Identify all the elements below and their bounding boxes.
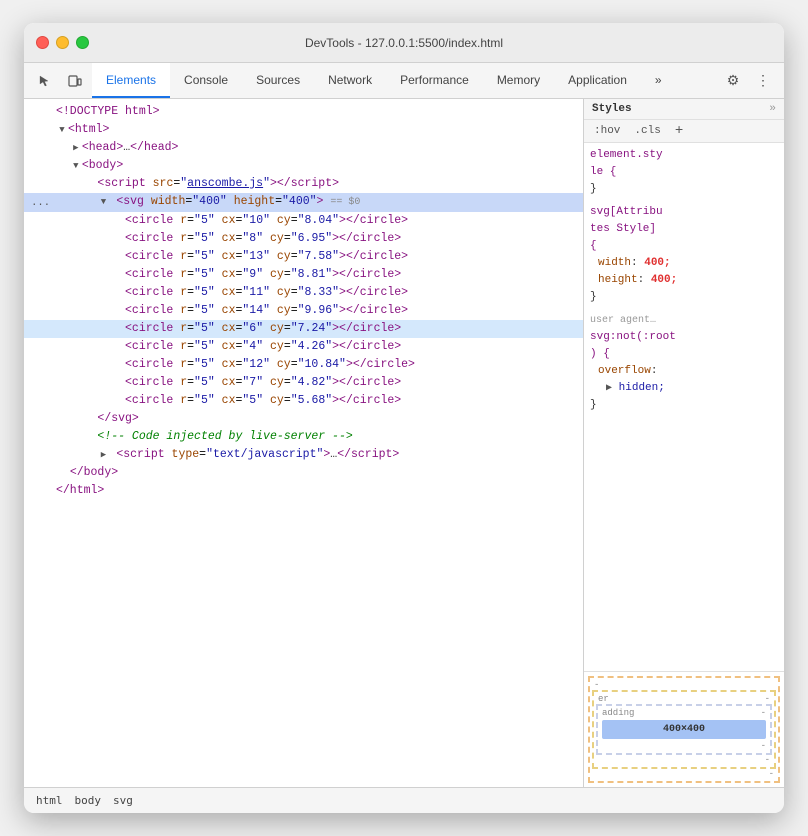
styles-filter-row: :hov .cls + xyxy=(584,120,784,143)
dom-line-circle8[interactable]: <circle r="5" cx="4" cy="4.26"></circle> xyxy=(24,338,583,356)
dom-line-svg-close[interactable]: </svg> xyxy=(24,410,583,428)
dom-line-html[interactable]: ▼<html> xyxy=(24,121,583,139)
minimize-button[interactable] xyxy=(56,36,69,49)
toolbar: Elements Console Sources Network Perform… xyxy=(24,63,784,99)
dom-line-body[interactable]: ▼<body> xyxy=(24,157,583,175)
styles-header: Styles » xyxy=(584,99,784,120)
box-outer-bottom: - xyxy=(769,769,774,779)
box-inner-bottom: - xyxy=(761,741,766,751)
styles-content: element.sty le { } svg[Attribu tes Style… xyxy=(584,143,784,671)
tab-application[interactable]: Application xyxy=(554,63,641,98)
tab-more[interactable]: » xyxy=(641,63,676,98)
breadcrumb-html[interactable]: html xyxy=(32,792,67,809)
box-er-val: - xyxy=(765,694,770,704)
styles-panel-title: Styles xyxy=(592,103,632,115)
tab-memory[interactable]: Memory xyxy=(483,63,554,98)
breadcrumb-body[interactable]: body xyxy=(71,792,106,809)
style-rule-svg-attr: svg[Attribu tes Style] { width: 400; hei… xyxy=(590,204,778,306)
style-rule-user-agent: user agent… svg:not(:root ) { overflow: … xyxy=(590,312,778,414)
box-padding-label: adding xyxy=(602,708,634,718)
dom-line-circle2[interactable]: <circle r="5" cx="8" cy="6.95"></circle> xyxy=(24,230,583,248)
maximize-button[interactable] xyxy=(76,36,89,49)
box-middle-bottom: - xyxy=(765,755,770,765)
cursor-icon[interactable] xyxy=(32,68,58,94)
toolbar-right: ⚙ ⋮ xyxy=(716,63,780,98)
dom-panel[interactable]: <!DOCTYPE html> ▼<html> ▶<head>…</head> … xyxy=(24,99,584,787)
dom-line-circle5[interactable]: <circle r="5" cx="11" cy="8.33"></circle… xyxy=(24,284,583,302)
box-model: - er - adding - xyxy=(584,671,784,787)
tab-console[interactable]: Console xyxy=(170,63,242,98)
tabs: Elements Console Sources Network Perform… xyxy=(92,63,676,98)
dom-line-doctype[interactable]: <!DOCTYPE html> xyxy=(24,103,583,121)
styles-hov-tab[interactable]: :hov xyxy=(590,124,624,138)
styles-cls-tab[interactable]: .cls xyxy=(630,124,664,138)
dom-line-circle3[interactable]: <circle r="5" cx="13" cy="7.58"></circle… xyxy=(24,248,583,266)
dom-line-circle4[interactable]: <circle r="5" cx="9" cy="8.81"></circle> xyxy=(24,266,583,284)
devtools-window: DevTools - 127.0.0.1:5500/index.html Ele… xyxy=(24,23,784,813)
dom-line-svg[interactable]: ... ▼ <svg width="400" height="400"> == … xyxy=(24,193,583,212)
box-inner-size: 400×400 xyxy=(663,724,705,735)
dom-line-circle11[interactable]: <circle r="5" cx="5" cy="5.68"></circle> xyxy=(24,392,583,410)
settings-icon[interactable]: ⚙ xyxy=(720,68,746,94)
styles-panel: Styles » :hov .cls + element.sty le { } … xyxy=(584,99,784,787)
tab-performance[interactable]: Performance xyxy=(386,63,483,98)
dom-line-circle6[interactable]: <circle r="5" cx="14" cy="9.96"></circle… xyxy=(24,302,583,320)
dom-line-circle9[interactable]: <circle r="5" cx="12" cy="10.84"></circl… xyxy=(24,356,583,374)
dom-line-circle10[interactable]: <circle r="5" cx="7" cy="4.82"></circle> xyxy=(24,374,583,392)
tab-network[interactable]: Network xyxy=(314,63,386,98)
dom-line-script-js[interactable]: ▶ <script type="text/javascript">…</scri… xyxy=(24,446,583,464)
tab-sources[interactable]: Sources xyxy=(242,63,314,98)
breadcrumb-bar: html body svg xyxy=(24,787,784,813)
traffic-lights xyxy=(36,36,89,49)
styles-more-icon[interactable]: » xyxy=(769,103,776,115)
dom-line-comment[interactable]: <!-- Code injected by live-server --> xyxy=(24,428,583,446)
box-er-label: er xyxy=(598,694,609,704)
breadcrumb-svg[interactable]: svg xyxy=(109,792,137,809)
box-margin-label: - xyxy=(594,680,599,690)
dom-line-html-close[interactable]: </html> xyxy=(24,482,583,500)
device-toggle-icon[interactable] xyxy=(62,68,88,94)
window-title: DevTools - 127.0.0.1:5500/index.html xyxy=(305,36,503,50)
main-content: <!DOCTYPE html> ▼<html> ▶<head>…</head> … xyxy=(24,99,784,787)
box-padding-val: - xyxy=(761,708,766,718)
style-rule-element: element.sty le { } xyxy=(590,147,778,198)
kebab-menu-icon[interactable]: ⋮ xyxy=(750,68,776,94)
close-button[interactable] xyxy=(36,36,49,49)
styles-add-button[interactable]: + xyxy=(671,123,687,139)
toolbar-left xyxy=(28,63,92,98)
dom-line-body-close[interactable]: </body> xyxy=(24,464,583,482)
titlebar: DevTools - 127.0.0.1:5500/index.html xyxy=(24,23,784,63)
dom-line-head[interactable]: ▶<head>…</head> xyxy=(24,139,583,157)
tab-elements[interactable]: Elements xyxy=(92,63,170,98)
dom-line-circle7[interactable]: <circle r="5" cx="6" cy="7.24"></circle> xyxy=(24,320,583,338)
dom-line-circle1[interactable]: <circle r="5" cx="10" cy="8.04"></circle… xyxy=(24,212,583,230)
dom-line-script-anscombe[interactable]: <script src="anscombe.js"></script> xyxy=(24,175,583,193)
